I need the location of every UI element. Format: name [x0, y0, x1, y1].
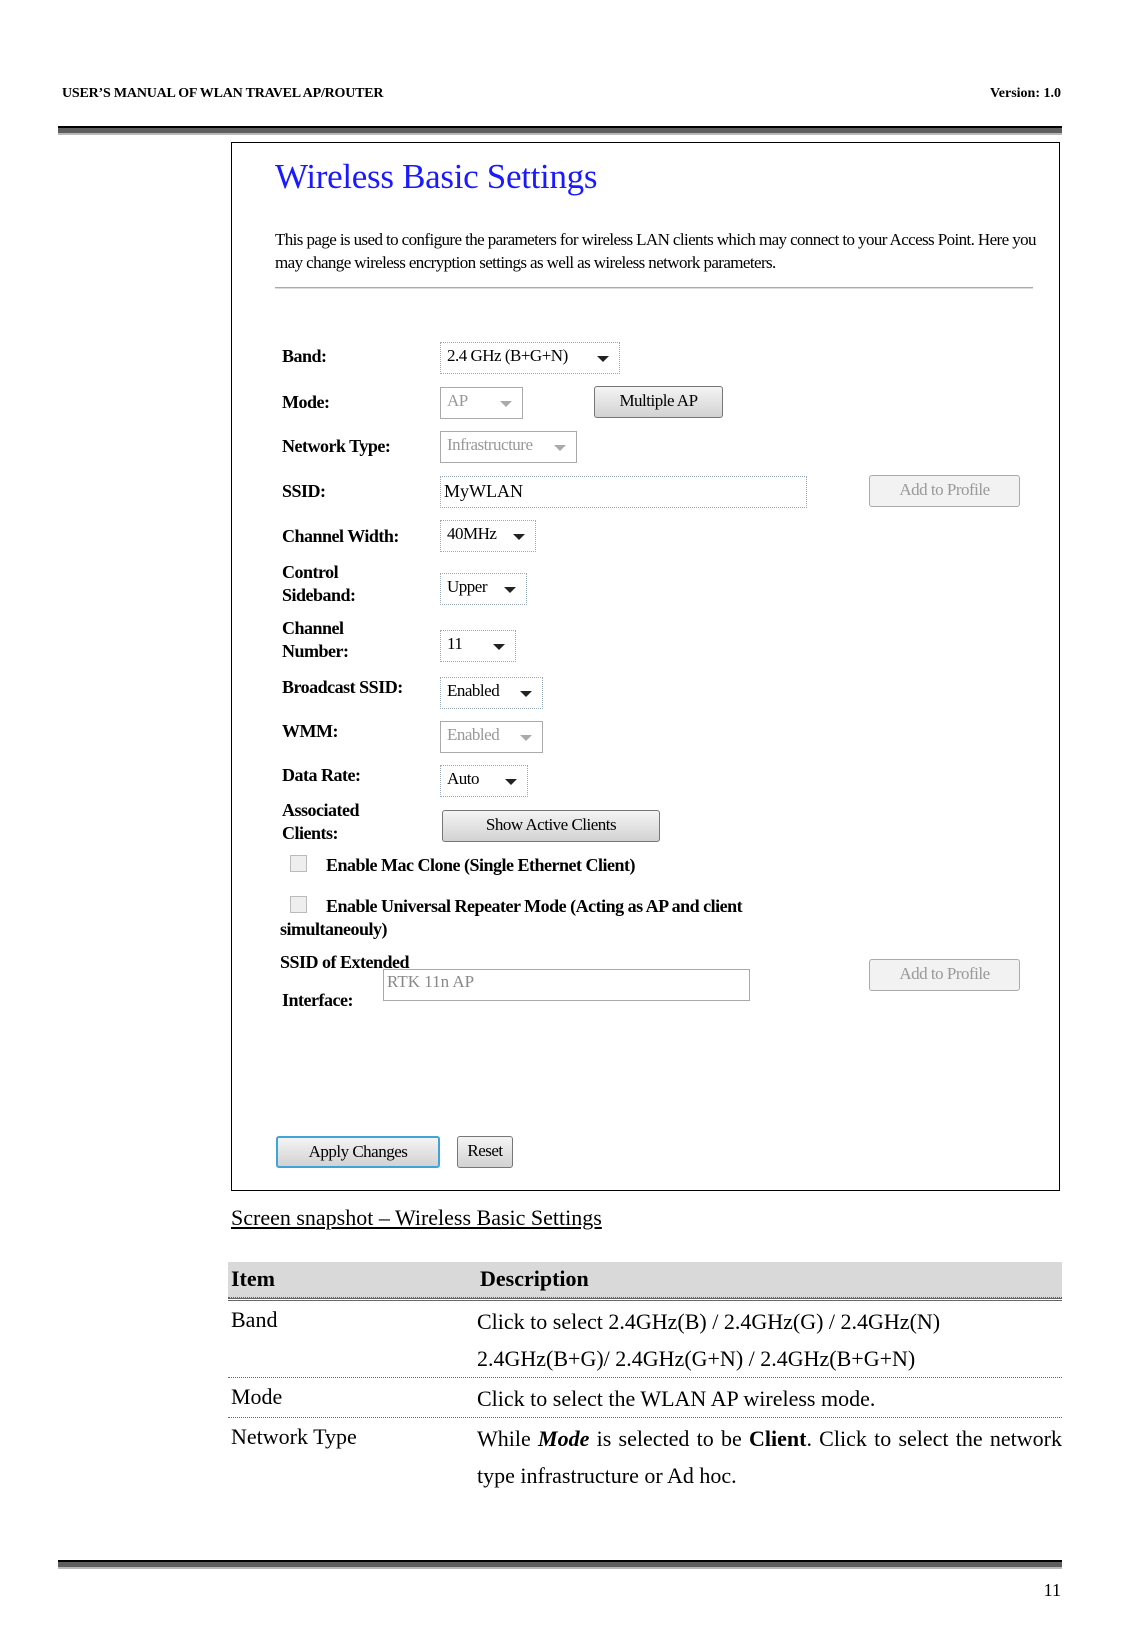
network-type-select[interactable]: Infrastructure: [440, 431, 577, 463]
channel-number-label-line2: Number:: [282, 641, 349, 661]
universal-repeater-label-line2: simultaneouly): [280, 919, 388, 939]
channel-number-value: 11: [447, 634, 463, 653]
desc-client-emphasis: Client: [748, 1426, 807, 1451]
channel-width-select[interactable]: 40MHz: [440, 520, 536, 552]
data-rate-select[interactable]: Auto: [440, 765, 528, 797]
show-active-clients-button[interactable]: Show Active Clients: [442, 810, 660, 842]
channel-number-label: Channel Number:: [282, 617, 349, 663]
desc-text: is selected to be: [589, 1426, 749, 1451]
figure-caption: Screen snapshot – Wireless Basic Setting…: [231, 1205, 602, 1230]
wmm-select[interactable]: Enabled: [440, 721, 543, 753]
row-item: Network Type: [231, 1424, 357, 1449]
table-header: Item Description: [228, 1262, 1062, 1298]
row-item: Band: [231, 1307, 278, 1332]
broadcast-ssid-select[interactable]: Enabled: [440, 677, 543, 709]
mac-clone-checkbox[interactable]: [290, 855, 307, 872]
control-sideband-label-line2: Sideband:: [282, 585, 356, 605]
wmm-value: Enabled: [447, 725, 500, 744]
reset-button[interactable]: Reset: [457, 1136, 513, 1168]
chevron-down-icon: [505, 779, 517, 785]
chevron-down-icon: [520, 735, 532, 741]
control-sideband-label: Control Sideband:: [282, 561, 356, 607]
channel-width-value: 40MHz: [447, 524, 497, 543]
associated-clients-label-line1: Associated: [282, 800, 360, 820]
extended-add-to-profile-button[interactable]: Add to Profile: [869, 959, 1020, 991]
footer-divider: [58, 1560, 1062, 1569]
band-select[interactable]: 2.4 GHz (B+G+N): [440, 342, 620, 374]
chevron-down-icon: [500, 401, 512, 407]
row-item: Mode: [231, 1384, 283, 1409]
row-description: While Mode is selected to be Client. Cli…: [477, 1418, 1062, 1494]
band-label: Band:: [282, 346, 327, 366]
mode-select[interactable]: AP: [440, 387, 523, 419]
header-divider: [58, 126, 1062, 135]
universal-repeater-label-line1: Enable Universal Repeater Mode (Acting a…: [326, 896, 743, 916]
network-type-label: Network Type:: [282, 436, 391, 456]
row-description: Click to select the WLAN AP wireless mod…: [477, 1386, 876, 1411]
header-item: Item: [231, 1266, 275, 1291]
row-description-line2: 2.4GHz(B+G)/ 2.4GHz(G+N) / 2.4GHz(B+G+N): [477, 1346, 916, 1371]
page-description: This page is used to configure the param…: [275, 230, 1037, 272]
table-row: Network Type While Mode is selected to b…: [228, 1417, 1062, 1494]
data-rate-value: Auto: [447, 769, 480, 788]
broadcast-ssid-value: Enabled: [447, 681, 500, 700]
wmm-label: WMM:: [282, 721, 338, 741]
apply-changes-button[interactable]: Apply Changes: [276, 1136, 440, 1168]
wireless-basic-settings-screenshot: Wireless Basic Settings This page is use…: [231, 142, 1060, 1191]
row-description-line1: Click to select 2.4GHz(B) / 2.4GHz(G) / …: [477, 1309, 941, 1334]
add-to-profile-button[interactable]: Add to Profile: [869, 475, 1020, 507]
control-sideband-select[interactable]: Upper: [440, 573, 527, 605]
multiple-ap-button[interactable]: Multiple AP: [594, 386, 723, 418]
description-table: Item Description Band Click to select 2.…: [228, 1262, 1062, 1494]
associated-clients-label-line2: Clients:: [282, 823, 339, 843]
page-number: 11: [1043, 1580, 1061, 1600]
header-description: Description: [480, 1266, 589, 1291]
universal-repeater-checkbox[interactable]: [290, 896, 307, 913]
table-row: Mode Click to select the WLAN AP wireles…: [228, 1377, 1062, 1417]
channel-width-label: Channel Width:: [282, 526, 399, 546]
associated-clients-label: Associated Clients:: [282, 799, 360, 845]
broadcast-ssid-label: Broadcast SSID:: [282, 677, 403, 697]
mode-value: AP: [447, 391, 468, 410]
chevron-down-icon: [597, 356, 609, 362]
mac-clone-label: Enable Mac Clone (Single Ethernet Client…: [326, 855, 635, 875]
chevron-down-icon: [520, 691, 532, 697]
mode-label: Mode:: [282, 392, 330, 412]
extended-ssid-input[interactable]: RTK 11n AP: [383, 969, 750, 1001]
row-description: Click to select 2.4GHz(B) / 2.4GHz(G) / …: [477, 1301, 1062, 1377]
channel-number-label-line1: Channel: [282, 618, 344, 638]
desc-text: While: [477, 1426, 539, 1451]
extended-ssid-label-line2: Interface:: [282, 990, 353, 1010]
ssid-label: SSID:: [282, 481, 326, 501]
control-sideband-value: Upper: [447, 577, 487, 596]
chevron-down-icon: [493, 644, 505, 650]
ssid-input[interactable]: MyWLAN: [440, 476, 807, 508]
chevron-down-icon: [513, 534, 525, 540]
band-value: 2.4 GHz (B+G+N): [447, 346, 568, 365]
chevron-down-icon: [554, 445, 566, 451]
chevron-down-icon: [504, 587, 516, 593]
control-sideband-label-line1: Control: [282, 562, 339, 582]
version-label: Version: 1.0: [989, 86, 1061, 101]
network-type-value: Infrastructure: [447, 435, 533, 454]
channel-number-select[interactable]: 11: [440, 630, 516, 662]
manual-title: USER’S MANUAL OF WLAN TRAVEL AP/ROUTER: [62, 86, 384, 101]
desc-mode-emphasis: Mode: [538, 1426, 590, 1451]
page-title: Wireless Basic Settings: [275, 157, 598, 196]
data-rate-label: Data Rate:: [282, 765, 361, 785]
table-row: Band Click to select 2.4GHz(B) / 2.4GHz(…: [228, 1298, 1062, 1377]
title-divider: [275, 287, 1033, 289]
